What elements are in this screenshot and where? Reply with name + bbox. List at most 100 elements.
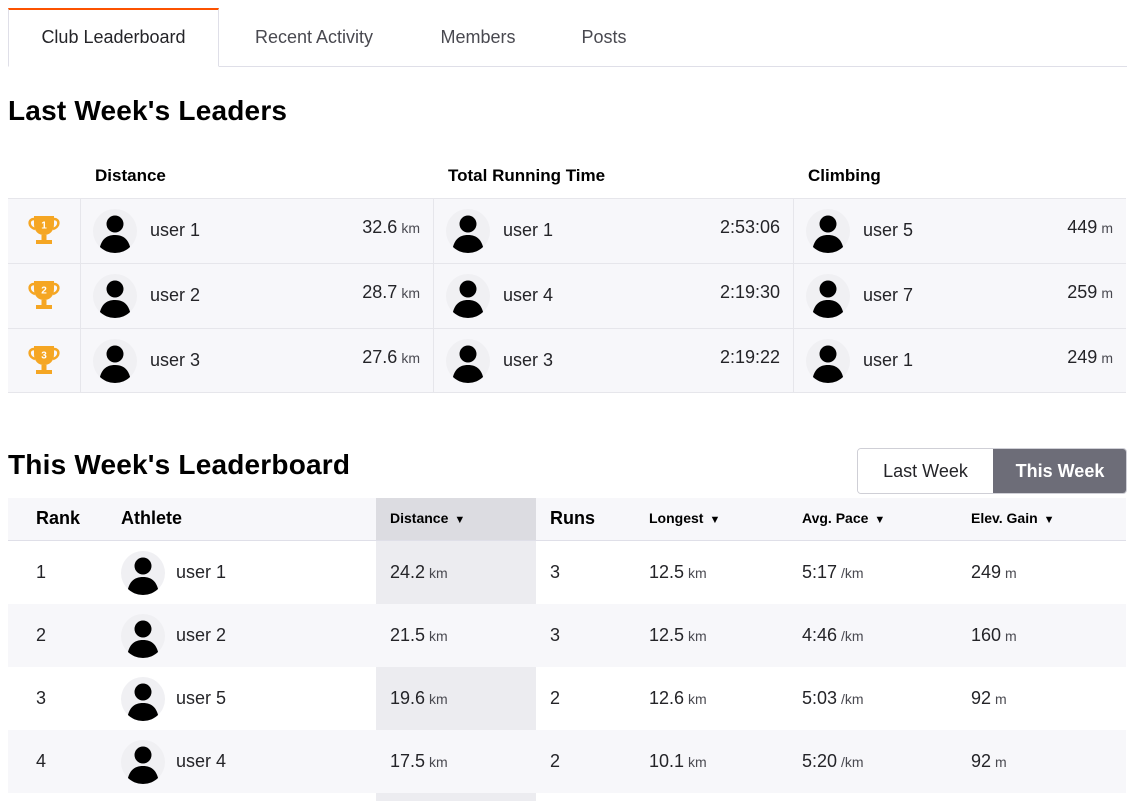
runs-header: Runs <box>550 508 595 528</box>
running-time-header: Total Running Time <box>448 166 606 185</box>
table-header: Rank Athlete Distance ▼ Runs Longest ▼ Avg… <box>8 498 1126 541</box>
leader-climbing-value: 259 m <box>1067 282 1113 302</box>
elev-cell: 249 m <box>971 562 1017 582</box>
rank-cell: 3 <box>36 688 47 708</box>
avatar[interactable] <box>806 339 850 383</box>
runs-cell: 2 <box>550 688 561 708</box>
table-row: 1 user 1 24.2 km 3 12.5 km 5:17/km 249 m <box>8 541 1126 604</box>
longest-sort-header[interactable]: Longest ▼ <box>649 498 720 540</box>
distance-cell: 17.5 km <box>390 751 448 771</box>
athlete-link[interactable]: user 3 <box>150 350 200 371</box>
pace-cell: 5:03/km <box>802 688 864 708</box>
leader-distance-value: 32.6 km <box>362 217 420 237</box>
leader-time-cell: user 1 2:53:06 <box>434 199 794 263</box>
pace-cell: 5:17/km <box>802 562 864 582</box>
trophy-cell: 1 <box>8 199 81 263</box>
pace-cell: 4:46/km <box>802 625 864 645</box>
svg-text:3: 3 <box>41 351 47 362</box>
tab-members[interactable]: Members <box>426 8 530 67</box>
club-tabs: Club Leaderboard Recent Activity Members… <box>8 8 1127 67</box>
tab-club-leaderboard[interactable]: Club Leaderboard <box>8 8 219 67</box>
elev-sort-header[interactable]: Elev. Gain ▼ <box>971 498 1055 540</box>
rank-cell: 1 <box>36 562 47 582</box>
athlete-link[interactable]: user 5 <box>176 667 226 730</box>
week-toggle: Last Week This Week <box>857 448 1127 494</box>
leader-time-value: 2:53:06 <box>719 217 780 237</box>
athlete-link[interactable]: user 4 <box>176 730 226 793</box>
leaders-title: Last Week's Leaders <box>8 95 288 126</box>
leader-row: 2 user 2 28.7 km user 4 2:19:30 user 7 259 m <box>8 263 1126 328</box>
athlete-link[interactable]: user 1 <box>503 220 553 241</box>
athlete-header: Athlete <box>121 508 183 528</box>
elev-cell: 160 m <box>971 625 1017 645</box>
distance-cell: 19.6 km <box>390 688 448 708</box>
leader-distance-value: 27.6 km <box>362 347 420 367</box>
runs-cell: 2 <box>550 751 561 771</box>
runs-cell: 3 <box>550 562 561 582</box>
tab-recent-activity[interactable]: Recent Activity <box>228 8 400 67</box>
leader-climbing-cell: user 5 449 m <box>794 199 1126 263</box>
climbing-header: Climbing <box>808 166 881 185</box>
leader-climbing-value: 449 m <box>1067 217 1113 237</box>
leader-distance-cell: user 2 28.7 km <box>81 264 434 328</box>
runs-cell: 3 <box>550 625 561 645</box>
athlete-link[interactable]: user 2 <box>176 604 226 667</box>
athlete-link[interactable]: user 1 <box>863 350 913 371</box>
longest-cell: 12.6 km <box>649 688 707 708</box>
leader-time-cell: user 4 2:19:30 <box>434 264 794 328</box>
avatar[interactable] <box>121 740 165 784</box>
sort-desc-icon: ▼ <box>709 514 721 526</box>
longest-cell: 10.1 km <box>649 751 707 771</box>
leader-row: 1 user 1 32.6 km user 1 2:53:06 user 5 449 m <box>8 198 1126 263</box>
sort-desc-icon: ▼ <box>454 514 466 526</box>
athlete-link[interactable]: user 4 <box>503 285 553 306</box>
pace-sort-header[interactable]: Avg. Pace ▼ <box>802 498 885 540</box>
longest-cell: 12.5 km <box>649 625 707 645</box>
athlete-link[interactable]: user 3 <box>503 350 553 371</box>
avatar[interactable] <box>446 339 490 383</box>
athlete-link[interactable]: user 2 <box>150 285 200 306</box>
distance-header-label: Distance <box>390 510 449 526</box>
distance-sort-header[interactable]: Distance ▼ <box>390 498 465 540</box>
leader-time-cell: user 3 2:19:22 <box>434 329 794 393</box>
athlete-link[interactable]: user 7 <box>863 285 913 306</box>
pace-cell: 5:20/km <box>802 751 864 771</box>
avatar[interactable] <box>121 614 165 658</box>
tab-posts[interactable]: Posts <box>568 8 640 67</box>
avatar[interactable] <box>121 677 165 721</box>
svg-text:2: 2 <box>41 286 47 297</box>
sort-desc-icon: ▼ <box>1043 514 1055 526</box>
distance-cell: 24.2 km <box>390 562 448 582</box>
leader-climbing-cell: user 7 259 m <box>794 264 1126 328</box>
athlete-link[interactable]: user 1 <box>150 220 200 241</box>
leader-row: 3 user 3 27.6 km user 3 2:19:22 user 1 249 m <box>8 328 1126 393</box>
leader-climbing-value: 249 m <box>1067 347 1113 367</box>
this-week-button[interactable]: This Week <box>993 449 1126 493</box>
trophy-cell: 3 <box>8 329 81 393</box>
pace-header-label: Avg. Pace <box>802 510 869 526</box>
elev-cell: 92 m <box>971 751 1007 771</box>
athlete-link[interactable]: user 1 <box>176 541 226 604</box>
leader-distance-cell: user 3 27.6 km <box>81 329 434 393</box>
avatar[interactable] <box>93 274 137 318</box>
elev-cell: 92 m <box>971 688 1007 708</box>
table-row: 3 user 5 19.6 km 2 12.6 km 5:03/km 92 m <box>8 667 1126 730</box>
trophy-cell: 2 <box>8 264 81 328</box>
avatar[interactable] <box>806 274 850 318</box>
avatar[interactable] <box>446 274 490 318</box>
svg-text:1: 1 <box>41 221 47 232</box>
sort-desc-icon: ▼ <box>874 514 886 526</box>
athlete-link[interactable]: user 5 <box>863 220 913 241</box>
last-week-button[interactable]: Last Week <box>858 449 993 493</box>
leader-climbing-cell: user 1 249 m <box>794 329 1126 393</box>
avatar[interactable] <box>806 209 850 253</box>
rank-header: Rank <box>36 508 81 528</box>
avatar[interactable] <box>121 551 165 595</box>
avatar[interactable] <box>93 339 137 383</box>
avatar[interactable] <box>446 209 490 253</box>
avatar[interactable] <box>93 209 137 253</box>
elev-header-label: Elev. Gain <box>971 510 1038 526</box>
leader-distance-value: 28.7 km <box>362 282 420 302</box>
leader-distance-cell: user 1 32.6 km <box>81 199 434 263</box>
leaderboard-title: This Week's Leaderboard <box>8 449 351 480</box>
